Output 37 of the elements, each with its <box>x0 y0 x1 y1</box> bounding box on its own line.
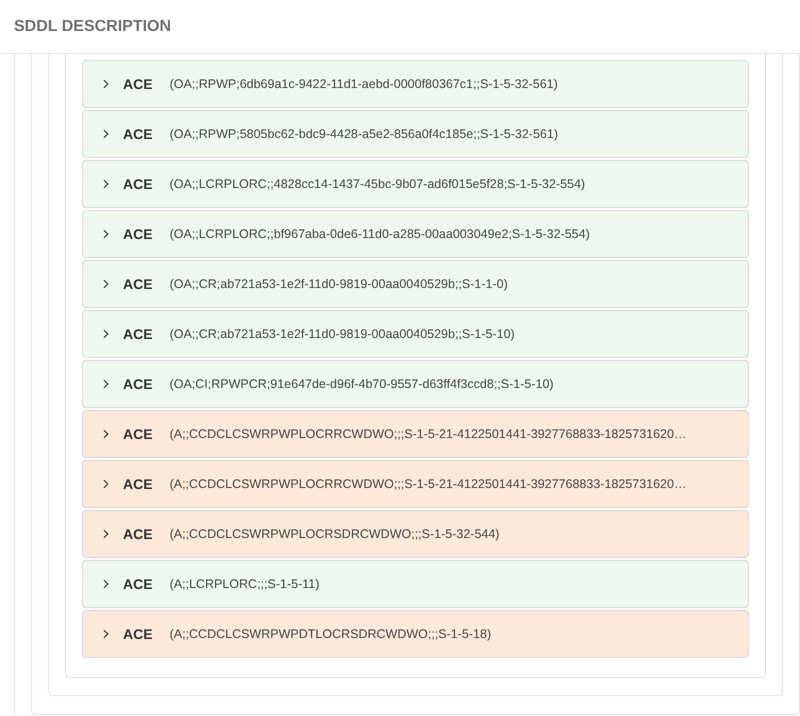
ace-header[interactable]: ACE (A;;LCRPLORC;;;S-1-5-11) <box>82 560 749 608</box>
ace-label: ACE <box>123 424 153 444</box>
ace-value: (OA;;RPWP;6db69a1c-9422-11d1-aebd-0000f80367c1;;S-1-5-32-561) <box>170 76 558 93</box>
ace-label: ACE <box>123 174 153 194</box>
ace-header[interactable]: ACE (A;;CCDCLCSWRPWPLOCRRCWDWO;;;S-1-5-21-4122501441-3927768833-1825731620… <box>82 460 749 508</box>
ace-header[interactable]: ACE (OA;;RPWP;5805bc62-bdc9-4428-a5e2-856a0f4c185e;;S-1-5-32-561) <box>82 110 749 158</box>
section-title: SDDL DESCRIPTION <box>14 16 172 36</box>
ace-label: ACE <box>123 224 153 244</box>
ace-value: (OA;;CR;ab721a53-1e2f-11d0-9819-00aa0040529b;;S-1-5-10) <box>170 326 515 343</box>
ace-value: (A;;LCRPLORC;;;S-1-5-11) <box>170 576 320 593</box>
ace-label: ACE <box>123 624 153 644</box>
ace-value: (OA;;LCRPLORC;;4828cc14-1437-45bc-9b07-ad6f015e5f28;S-1-5-32-554) <box>170 176 586 193</box>
ace-label: ACE <box>123 374 153 394</box>
ace-value: (A;;CCDCLCSWRPWPLOCRRCWDWO;;;S-1-5-21-4122501441-3927768833-1825731620… <box>170 426 686 443</box>
ace-label: ACE <box>123 124 153 144</box>
ace-value: (OA;;LCRPLORC;;bf967aba-0de6-11d0-a285-00aa003049e2;S-1-5-32-554) <box>170 226 590 243</box>
ace-header[interactable]: ACE (A;;CCDCLCSWRPWPDTLOCRSDRCWDWO;;;S-1-5-18) <box>82 610 749 658</box>
ace-label: ACE <box>123 74 153 94</box>
ace-value: (OA;;RPWP;5805bc62-bdc9-4428-a5e2-856a0f4c185e;;S-1-5-32-561) <box>170 126 558 143</box>
ace-label: ACE <box>123 324 153 344</box>
ace-header[interactable]: ACE (OA;;LCRPLORC;;4828cc14-1437-45bc-9b07-ad6f015e5f28;S-1-5-32-554) <box>82 160 749 208</box>
ace-header[interactable]: ACE (OA;;CR;ab721a53-1e2f-11d0-9819-00aa0040529b;;S-1-1-0) <box>82 260 749 308</box>
ace-value: (OA;;CR;ab721a53-1e2f-11d0-9819-00aa0040529b;;S-1-1-0) <box>170 276 508 293</box>
ace-header[interactable]: ACE (OA;;LCRPLORC;;bf967aba-0de6-11d0-a285-00aa003049e2;S-1-5-32-554) <box>82 210 749 258</box>
ace-header[interactable]: ACE (OA;;RPWP;6db69a1c-9422-11d1-aebd-0000f80367c1;;S-1-5-32-561) <box>82 60 749 108</box>
ace-value: (OA;CI;RPWPCR;91e647de-d96f-4b70-9557-d63ff4f3ccd8;;S-1-5-10) <box>170 376 554 393</box>
ace-header[interactable]: ACE (A;;CCDCLCSWRPWPLOCRSDRCWDWO;;;S-1-5-32-544) <box>82 510 749 558</box>
ace-label: ACE <box>123 524 153 544</box>
ace-value: (A;;CCDCLCSWRPWPLOCRRCWDWO;;;S-1-5-21-4122501441-3927768833-1825731620… <box>170 476 686 493</box>
ace-label: ACE <box>123 474 153 494</box>
ace-header[interactable]: ACE (OA;CI;RPWPCR;91e647de-d96f-4b70-9557-d63ff4f3ccd8;;S-1-5-10) <box>82 360 749 408</box>
ace-header[interactable]: ACE (OA;;CR;ab721a53-1e2f-11d0-9819-00aa0040529b;;S-1-5-10) <box>82 310 749 358</box>
ace-label: ACE <box>123 274 153 294</box>
ace-label: ACE <box>123 574 153 594</box>
ace-header[interactable]: ACE (A;;CCDCLCSWRPWPLOCRRCWDWO;;;S-1-5-21-4122501441-3927768833-1825731620… <box>82 410 749 458</box>
ace-value: (A;;CCDCLCSWRPWPDTLOCRSDRCWDWO;;;S-1-5-18) <box>170 626 492 643</box>
ace-value: (A;;CCDCLCSWRPWPLOCRSDRCWDWO;;;S-1-5-32-544) <box>170 526 500 543</box>
